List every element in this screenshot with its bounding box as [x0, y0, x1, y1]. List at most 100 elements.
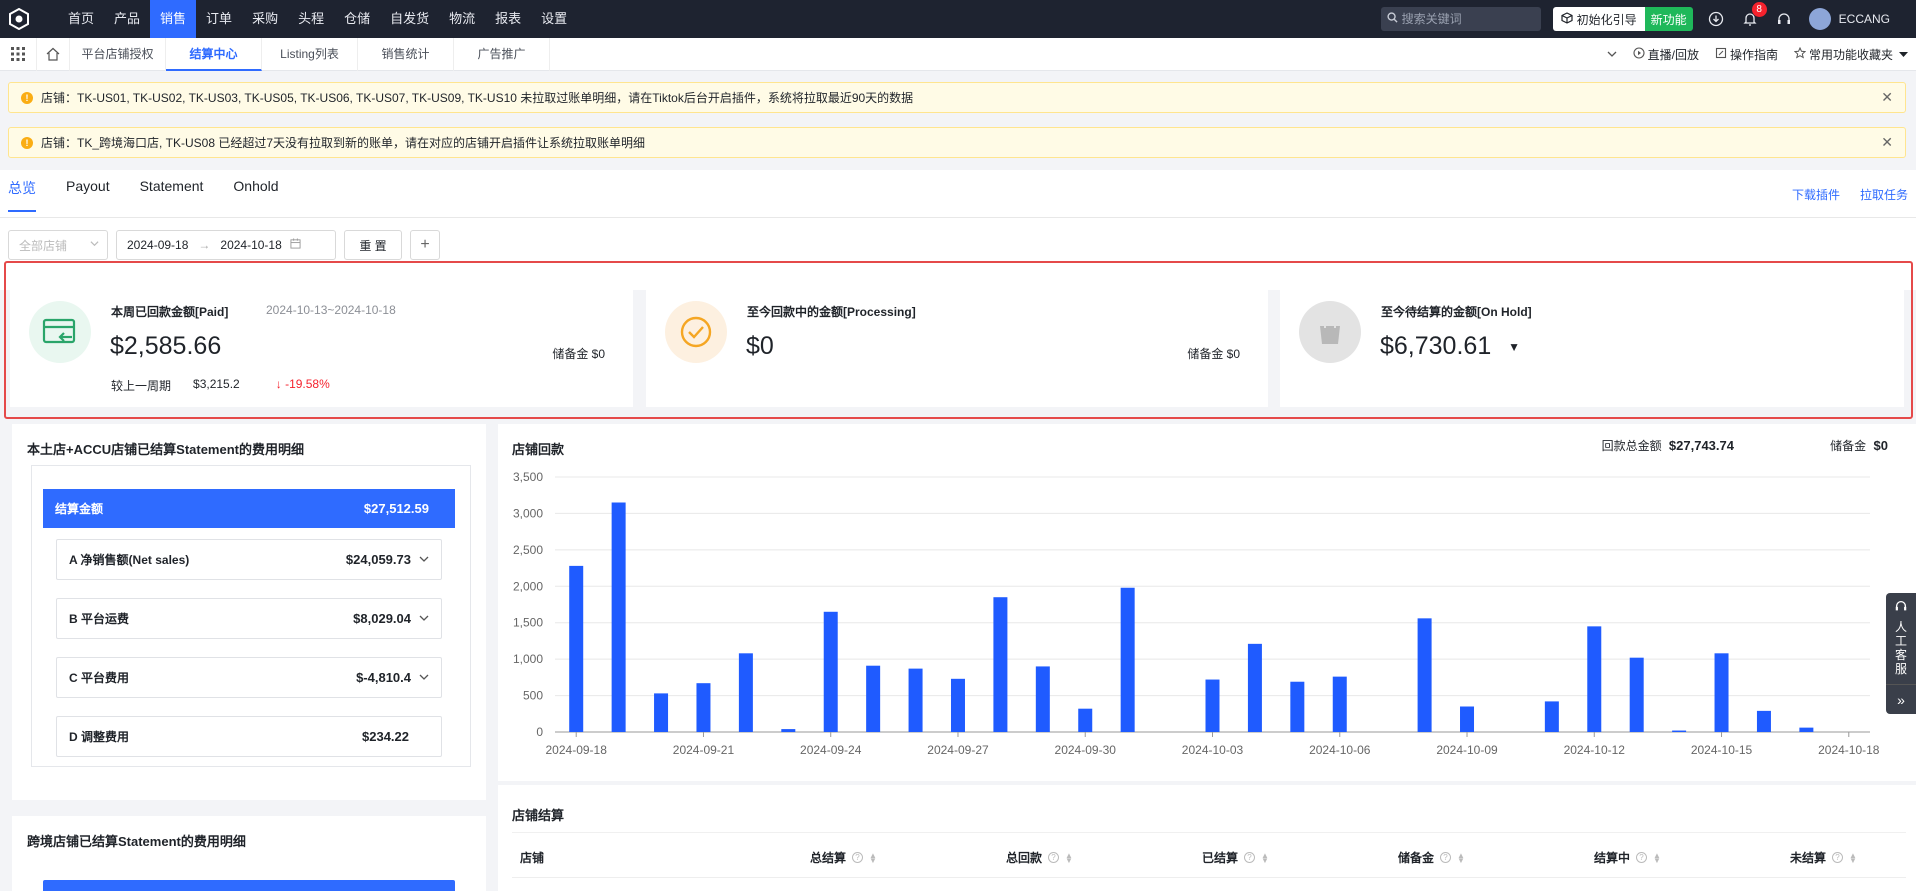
chart-bar[interactable]	[1629, 657, 1644, 732]
fee-row-platform-fees[interactable]: C 平台费用 $-4,810.4	[56, 657, 442, 698]
subtab-listing[interactable]: Listing列表	[262, 37, 358, 71]
x-tick-label: 2024-09-18	[546, 743, 608, 757]
reset-button[interactable]: 重 置	[344, 230, 402, 260]
subtab-ads[interactable]: 广告推广	[454, 37, 550, 71]
subnav-dropdown-toggle[interactable]	[1599, 38, 1625, 71]
close-icon[interactable]: ✕	[1881, 134, 1893, 151]
help-icon[interactable]: ?	[852, 852, 864, 863]
tab-payout[interactable]: Payout	[66, 178, 110, 212]
sort-icon[interactable]: ▲ ▼	[1065, 851, 1073, 864]
chart-bar[interactable]	[1120, 587, 1135, 732]
chart-bar[interactable]	[781, 729, 796, 732]
chart-bar[interactable]	[611, 502, 626, 733]
chart-bar[interactable]	[696, 683, 711, 732]
chart-bar[interactable]	[823, 611, 838, 732]
chart-bar[interactable]	[1035, 666, 1050, 732]
x-tick-label: 2024-10-15	[1691, 743, 1753, 757]
init-guide-button[interactable]: 初始化引导	[1552, 7, 1645, 31]
download-icon[interactable]	[1705, 8, 1727, 30]
expand-chevron-icon[interactable]: »	[1886, 684, 1916, 714]
chart-bar[interactable]	[866, 665, 881, 732]
subtab-sales-stats[interactable]: 销售统计	[358, 37, 454, 71]
chart-bar[interactable]	[1078, 708, 1093, 732]
sort-icon[interactable]: ▲ ▼	[1457, 851, 1465, 864]
subtab-settlement-center[interactable]: 结算中心	[166, 37, 262, 71]
avatar[interactable]	[1808, 8, 1831, 30]
app-logo-icon[interactable]	[0, 0, 38, 38]
cross-statement-title: 跨境店铺已结算Statement的费用明细	[27, 834, 246, 849]
nav-item-settings[interactable]: 设置	[531, 0, 577, 38]
customer-service-float[interactable]: 人工客服 »	[1886, 593, 1916, 714]
chart-bar[interactable]	[1714, 653, 1729, 732]
sort-icon[interactable]: ▲ ▼	[869, 851, 877, 864]
search-input[interactable]	[1401, 12, 1522, 26]
app-grid-icon[interactable]	[0, 38, 36, 71]
nav-item-sales[interactable]: 销售	[150, 0, 197, 38]
tab-onhold[interactable]: Onhold	[233, 178, 278, 212]
nav-item-logistics[interactable]: 物流	[439, 0, 485, 38]
add-filter-button[interactable]: +	[410, 230, 440, 260]
chart-bar[interactable]	[950, 678, 965, 732]
nav-item-orders[interactable]: 订单	[196, 0, 242, 38]
global-search[interactable]	[1380, 7, 1541, 31]
date-end[interactable]: 2024-10-18	[220, 238, 281, 252]
chart-bar[interactable]	[1205, 679, 1220, 732]
subtab-store-auth[interactable]: 平台店铺授权	[70, 37, 166, 71]
close-icon[interactable]: ✕	[1881, 89, 1893, 106]
chart-bar[interactable]	[908, 668, 923, 732]
nav-item-products[interactable]: 产品	[104, 0, 150, 38]
tab-overview[interactable]: 总览	[8, 178, 36, 212]
sort-icon[interactable]: ▲ ▼	[1261, 851, 1269, 864]
tab-statement[interactable]: Statement	[140, 178, 204, 212]
chart-bar[interactable]	[1672, 730, 1687, 732]
nav-item-warehouse[interactable]: 仓储	[334, 0, 380, 38]
fee-row-platform-shipping[interactable]: B 平台运费 $8,029.04	[56, 598, 442, 639]
col-reserve[interactable]: 储备金? ▲ ▼	[1398, 849, 1465, 866]
help-icon[interactable]: ?	[1244, 852, 1256, 863]
help-icon[interactable]: ?	[1440, 852, 1452, 863]
operation-guide-link[interactable]: 操作指南	[1707, 38, 1786, 71]
kpi-highlight-box	[4, 261, 1913, 419]
col-settled[interactable]: 已结算? ▲ ▼	[1202, 849, 1269, 866]
col-processing[interactable]: 结算中? ▲ ▼	[1594, 849, 1661, 866]
store-select[interactable]: 全部店铺	[8, 230, 108, 260]
headset-icon[interactable]	[1773, 8, 1795, 30]
nav-item-purchasing[interactable]: 采购	[242, 0, 288, 38]
chart-bar[interactable]	[1247, 643, 1262, 732]
date-range-picker[interactable]: 2024-09-18 → 2024-10-18	[116, 230, 336, 260]
pull-task-link[interactable]: 拉取任务	[1860, 186, 1908, 203]
notification-bell-icon[interactable]: 8	[1739, 2, 1767, 30]
chart-bar[interactable]	[1799, 727, 1814, 732]
help-icon[interactable]: ?	[1048, 852, 1060, 863]
chart-bar[interactable]	[993, 597, 1008, 732]
chart-bar[interactable]	[1587, 626, 1602, 732]
nav-item-home[interactable]: 首页	[58, 0, 104, 38]
col-unsettled[interactable]: 未结算? ▲ ▼	[1790, 849, 1857, 866]
nav-item-first-leg[interactable]: 头程	[288, 0, 334, 38]
chart-bar[interactable]	[1290, 681, 1305, 732]
nav-item-reports[interactable]: 报表	[485, 0, 531, 38]
chart-bar[interactable]	[1332, 676, 1347, 732]
chart-bar[interactable]	[654, 693, 669, 732]
help-icon[interactable]: ?	[1832, 852, 1844, 863]
nav-item-self-shipping[interactable]: 自发货	[380, 0, 439, 38]
chart-bar[interactable]	[1417, 618, 1432, 732]
live-replay-link[interactable]: 直播/回放	[1625, 38, 1707, 71]
col-total-payout[interactable]: 总回款? ▲ ▼	[1006, 849, 1073, 866]
fee-row-net-sales[interactable]: A 净销售额(Net sales) $24,059.73	[56, 539, 442, 580]
new-feature-button[interactable]: 新功能	[1644, 7, 1693, 31]
chart-bar[interactable]	[1756, 710, 1771, 732]
col-total-settled[interactable]: 总结算? ▲ ▼	[810, 849, 877, 866]
sort-icon[interactable]: ▲ ▼	[1849, 851, 1857, 864]
download-plugin-link[interactable]: 下载插件	[1792, 186, 1840, 203]
date-start[interactable]: 2024-09-18	[127, 238, 188, 252]
help-icon[interactable]: ?	[1636, 852, 1648, 863]
chart-bar[interactable]	[569, 565, 584, 732]
favorites-dropdown[interactable]: 常用功能收藏夹	[1786, 38, 1916, 71]
chart-bar[interactable]	[738, 653, 753, 732]
user-name[interactable]: ECCANG	[1839, 12, 1890, 26]
home-icon[interactable]	[36, 37, 70, 71]
chart-bar[interactable]	[1544, 701, 1559, 732]
sort-icon[interactable]: ▲ ▼	[1653, 851, 1661, 864]
chart-bar[interactable]	[1460, 706, 1475, 733]
